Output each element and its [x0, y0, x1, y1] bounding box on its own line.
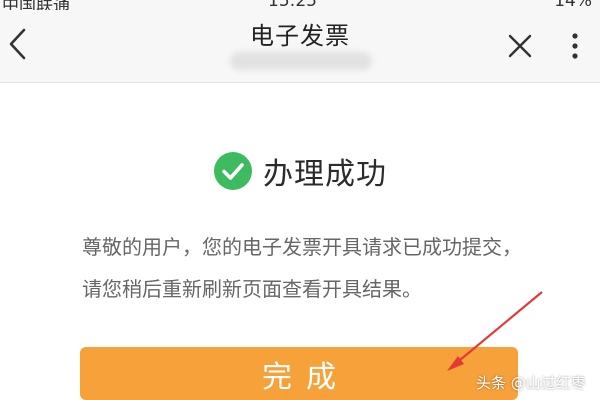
watermark-text: 头条 @山过红枣 — [476, 374, 586, 392]
close-icon — [508, 34, 532, 58]
success-title: 办理成功 — [263, 157, 387, 192]
more-vertical-icon — [572, 33, 578, 59]
blurred-subtitle — [230, 52, 372, 70]
status-bar: 中国联通 15:25 14% — [0, 0, 600, 16]
more-menu-button[interactable] — [560, 26, 590, 66]
done-button[interactable]: 完成 — [80, 347, 518, 400]
done-button-label: 完成 — [262, 359, 350, 395]
success-header: 办理成功 — [0, 148, 600, 194]
close-button[interactable] — [500, 26, 540, 66]
result-message: 尊敬的用户，您的电子发票开具请求已成功提交，请您稍后重新刷新页面查看开具结果。 — [82, 235, 522, 301]
check-circle-icon — [214, 152, 252, 190]
navigation-bar: 电子发票 — [0, 10, 600, 83]
